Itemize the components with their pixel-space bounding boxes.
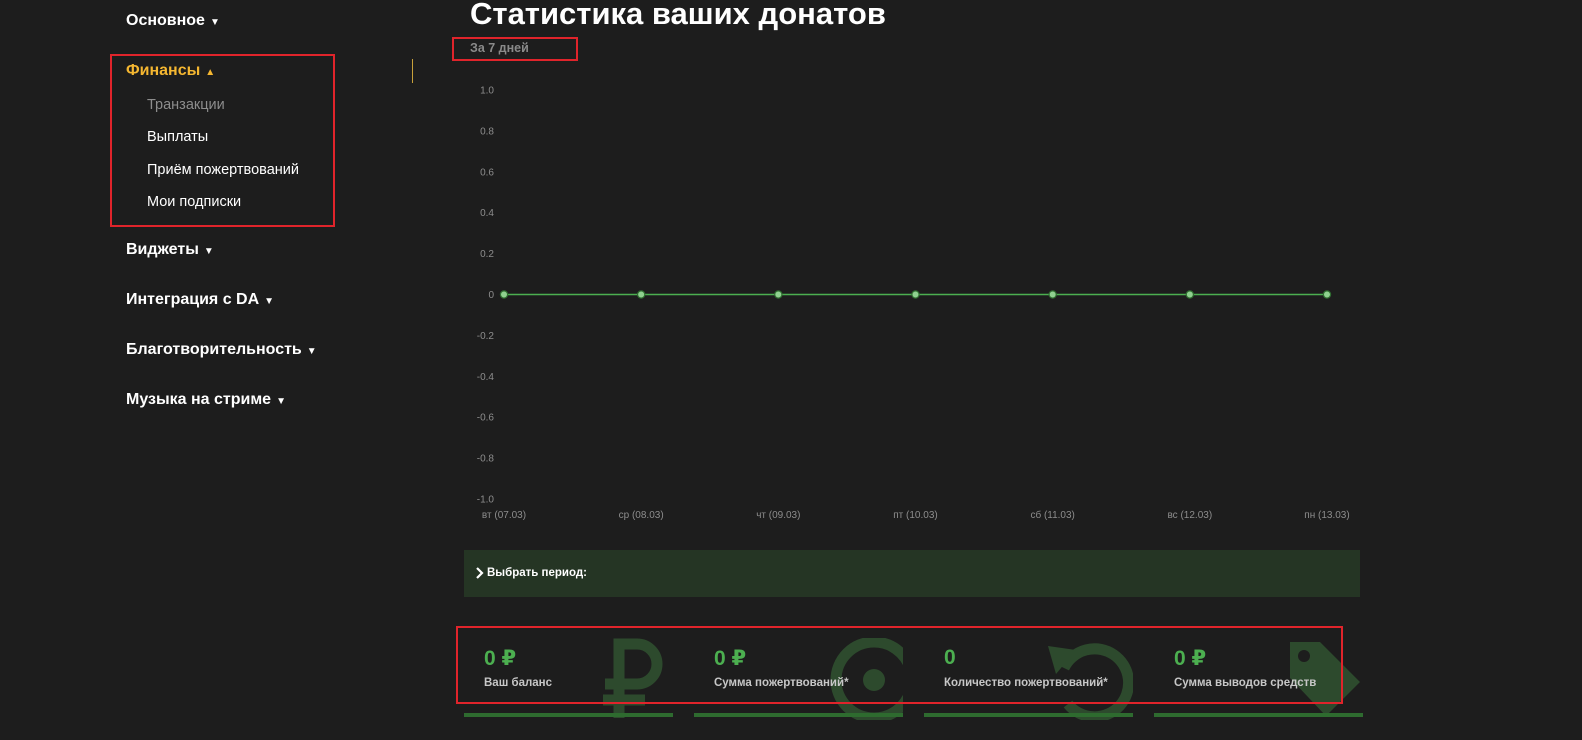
data-point bbox=[1185, 290, 1195, 299]
stat-underline bbox=[464, 713, 673, 717]
stat-underline bbox=[1154, 713, 1363, 717]
period-label: За 7 дней bbox=[470, 41, 529, 55]
stat-card-donations-sum: 0 ₽ Сумма пожертвований* bbox=[694, 620, 903, 720]
data-point bbox=[911, 290, 920, 299]
y-tick-label: -1.0 bbox=[477, 495, 495, 506]
nav-group-main[interactable]: Основное ▼ bbox=[126, 12, 220, 30]
chevron-right-icon bbox=[476, 567, 484, 579]
nav-group-label: Музыка на стриме bbox=[126, 391, 272, 408]
chevron-down-icon: ▼ bbox=[276, 396, 286, 407]
app-root: Основное ▼ Финансы ▲ Транзакции Выплаты Пр… bbox=[0, 0, 1582, 740]
data-point bbox=[499, 290, 509, 299]
chevron-down-icon: ▼ bbox=[209, 17, 220, 28]
y-tick-label: 0.8 bbox=[480, 126, 494, 137]
y-tick-label: 0.6 bbox=[480, 167, 494, 178]
y-tick-label: -0.8 bbox=[477, 454, 495, 465]
nav-group-label: Финансы bbox=[126, 62, 201, 79]
nav-group-label: Виджеты bbox=[126, 241, 199, 258]
y-tick-label: 0.4 bbox=[480, 208, 494, 219]
x-tick-label: ср (08.03) bbox=[619, 510, 664, 521]
period-selector-label: Выбрать период: bbox=[487, 567, 587, 579]
ruble-icon bbox=[603, 638, 663, 718]
stat-label: Сумма пожертвований* bbox=[714, 677, 849, 689]
chevron-down-icon: ▼ bbox=[203, 246, 214, 257]
stat-label: Количество пожертвований* bbox=[944, 677, 1108, 689]
stat-card-donations-count: 0 Количество пожертвований* bbox=[924, 620, 1133, 720]
y-tick-label: -0.4 bbox=[477, 372, 495, 383]
stat-value: 0 ₽ bbox=[714, 647, 747, 670]
period-selector[interactable]: Выбрать период: bbox=[464, 550, 1360, 597]
nav-group-label: Основное bbox=[126, 12, 205, 29]
page-title: Статистика ваших донатов bbox=[470, 0, 886, 31]
nav-group-stream-music[interactable]: Музыка на стриме ▼ bbox=[126, 391, 286, 409]
x-tick-label: вт (07.03) bbox=[482, 510, 526, 521]
nav-group-widgets[interactable]: Виджеты ▼ bbox=[126, 241, 214, 259]
nav-group-finance[interactable]: Финансы ▲ bbox=[126, 62, 215, 80]
x-tick-label: пт (10.03) bbox=[893, 510, 937, 521]
sidebar-item-donation-reception[interactable]: Приём пожертвований bbox=[147, 162, 299, 178]
chevron-up-icon: ▲ bbox=[205, 67, 216, 78]
stat-value: 0 bbox=[944, 646, 956, 669]
stat-value: 0 ₽ bbox=[484, 647, 517, 670]
x-tick-label: чт (09.03) bbox=[756, 510, 800, 521]
y-tick-label: -0.6 bbox=[477, 413, 495, 424]
nav-group-label: Благотворительность bbox=[126, 341, 302, 358]
stat-value: 0 ₽ bbox=[1174, 647, 1207, 670]
nav-group-charity[interactable]: Благотворительность ▼ bbox=[126, 341, 317, 359]
y-tick-label: 1.0 bbox=[480, 86, 494, 97]
stat-label: Ваш баланс bbox=[484, 677, 553, 689]
stat-underline bbox=[694, 713, 903, 717]
data-point bbox=[774, 290, 783, 299]
stat-label: Сумма выводов средств bbox=[1174, 677, 1317, 689]
stat-underline bbox=[924, 713, 1133, 717]
data-point bbox=[1048, 290, 1057, 299]
data-point bbox=[636, 290, 646, 299]
donations-line-chart: 1.0 0.8 0.6 0.4 0.2 0 -0.2 -0.4 -0.6 -0.8 -1.0 вт (… bbox=[477, 86, 1350, 522]
x-tick-label: вс (12.03) bbox=[1167, 510, 1212, 521]
sidebar-item-my-subscriptions[interactable]: Мои подписки bbox=[147, 194, 241, 210]
nav-group-da-integration[interactable]: Интеграция с DA ▼ bbox=[126, 291, 274, 309]
y-tick-label: 0 bbox=[488, 290, 494, 301]
nav-group-label: Интеграция с DA bbox=[126, 291, 260, 308]
sidebar-item-transactions[interactable]: Транзакции bbox=[147, 97, 225, 113]
sidebar-active-indicator bbox=[412, 59, 413, 83]
x-tick-label: сб (11.03) bbox=[1030, 509, 1074, 521]
y-tick-label: -0.2 bbox=[477, 331, 495, 342]
x-tick-label: пн (13.03) bbox=[1304, 510, 1349, 521]
chevron-down-icon: ▼ bbox=[306, 346, 317, 357]
data-point bbox=[1322, 290, 1332, 299]
stat-card-withdrawals-sum: 0 ₽ Сумма выводов средств bbox=[1154, 620, 1363, 720]
sidebar-item-payouts[interactable]: Выплаты bbox=[147, 129, 208, 145]
stat-card-balance: 0 ₽ Ваш баланс bbox=[464, 620, 673, 720]
chevron-down-icon: ▼ bbox=[264, 296, 275, 307]
y-tick-label: 0.2 bbox=[480, 249, 494, 260]
